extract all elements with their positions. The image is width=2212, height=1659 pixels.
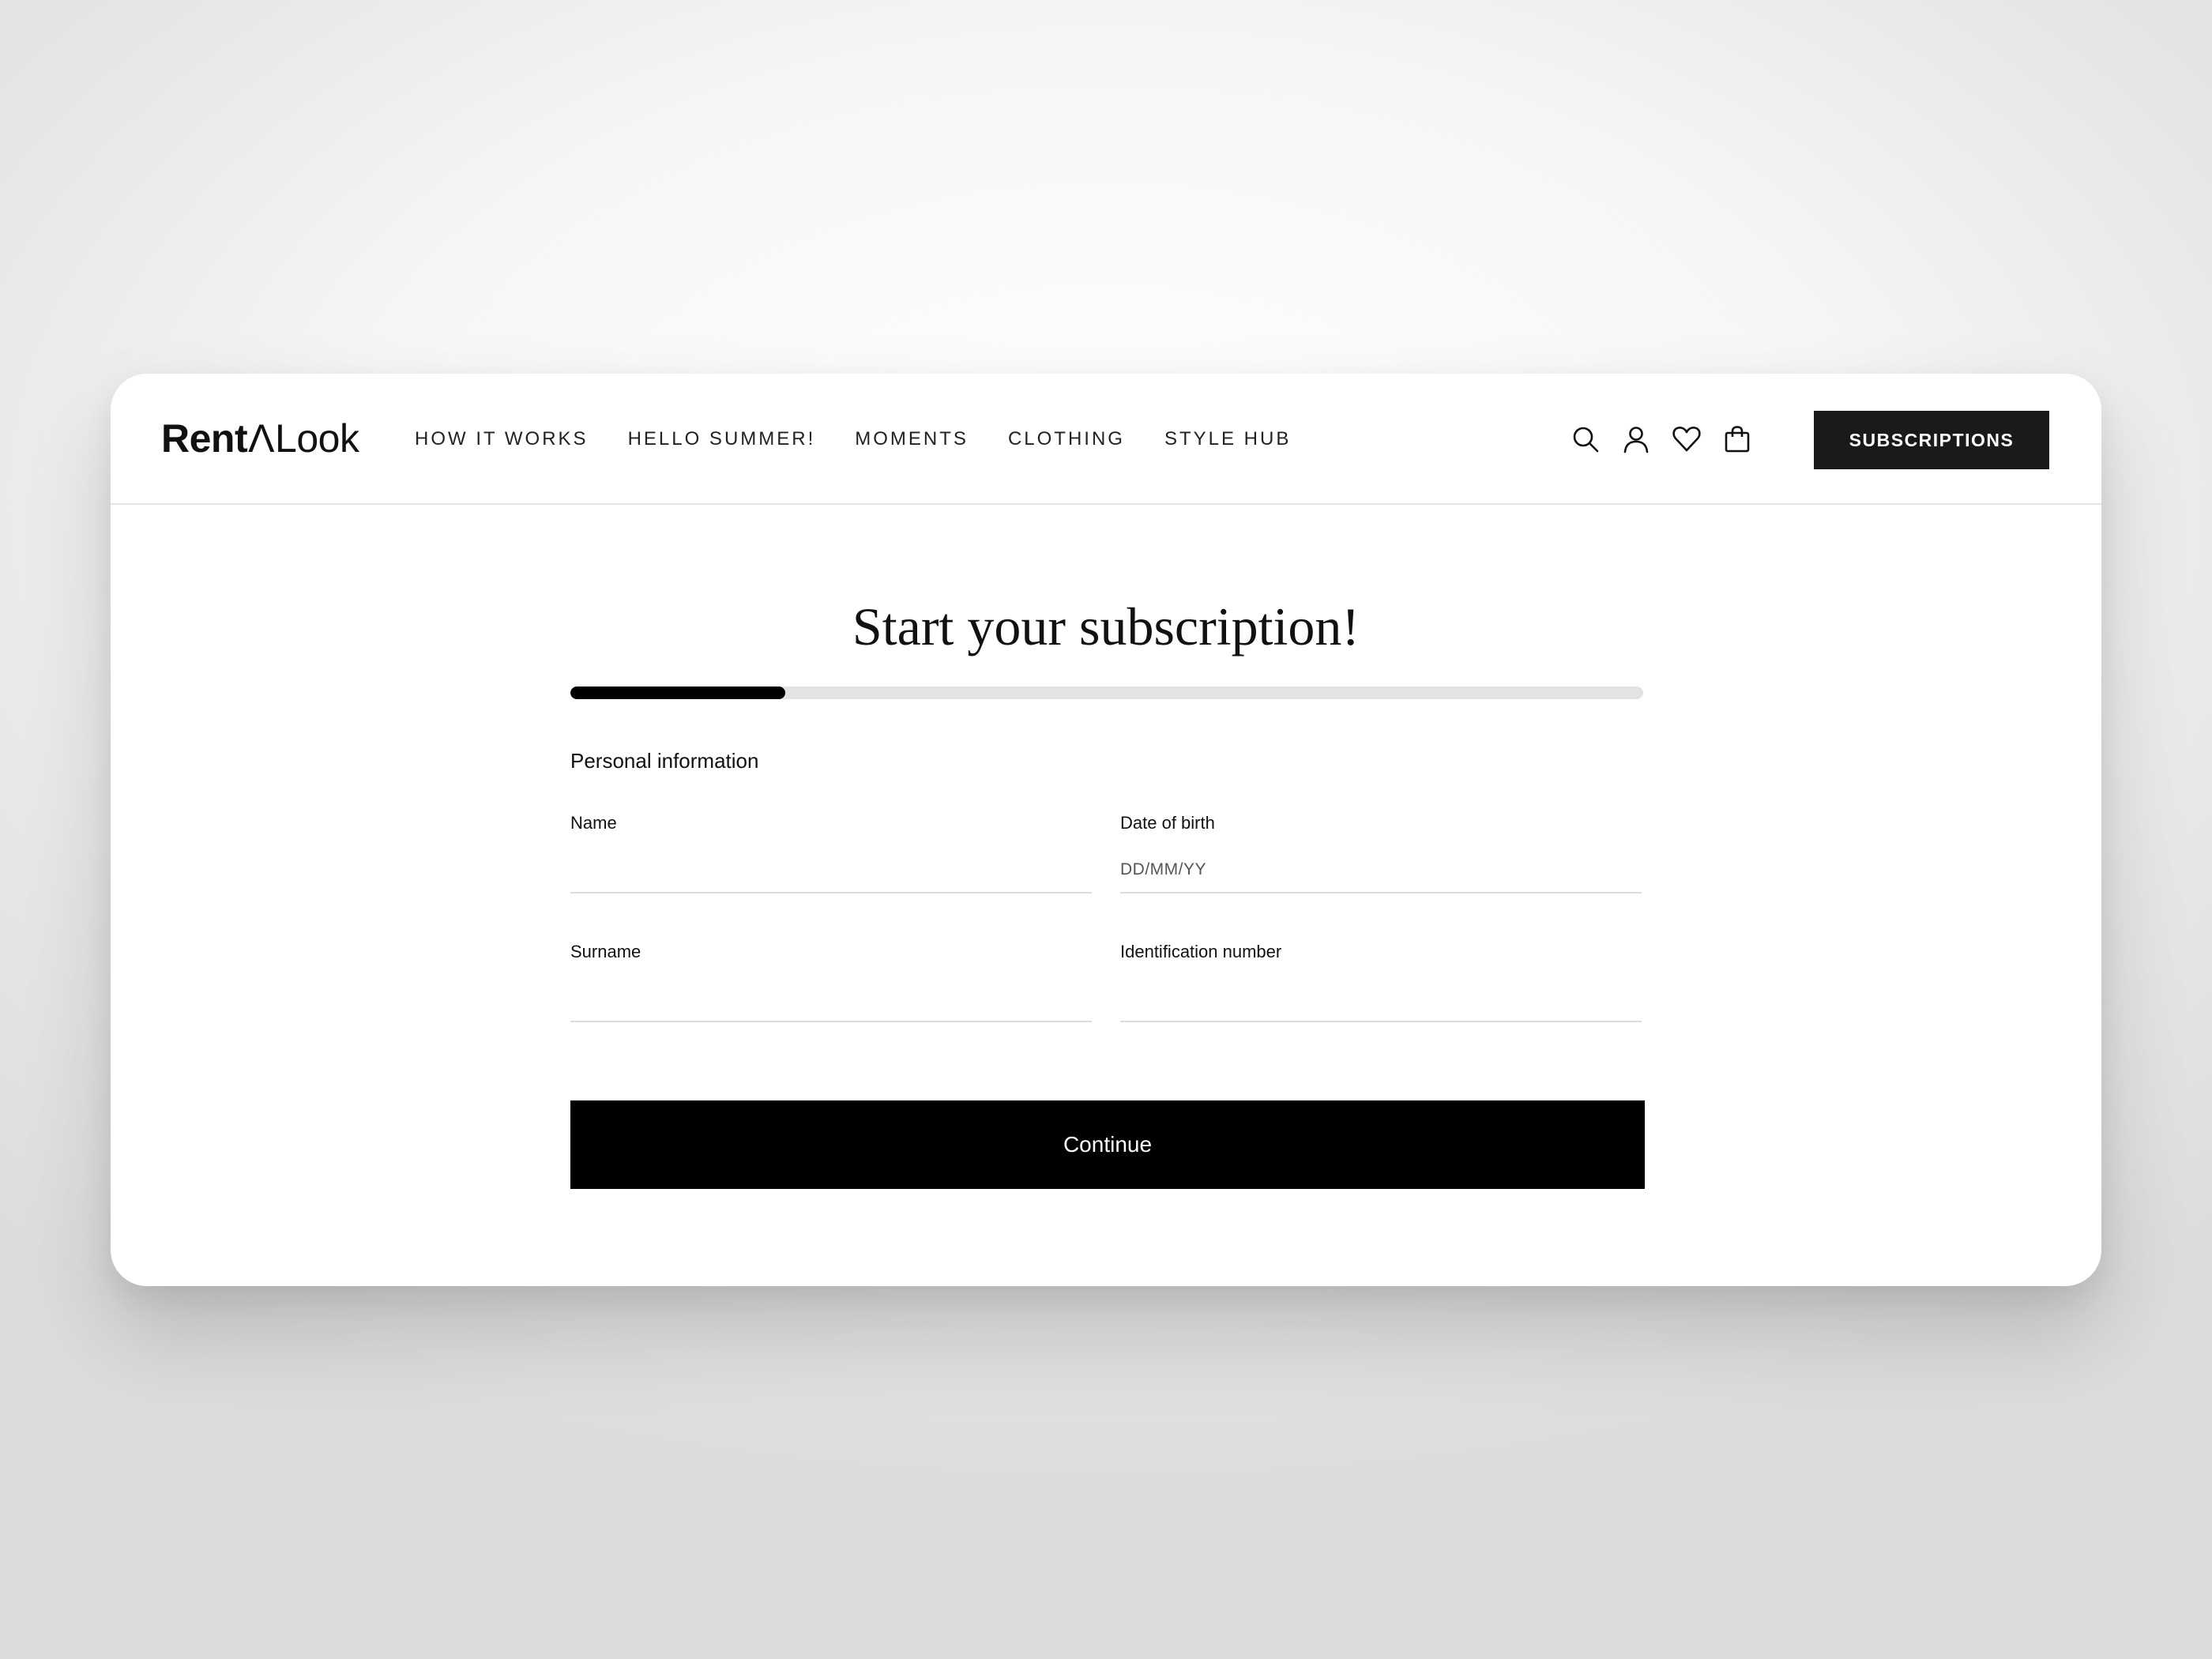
identification-number-input[interactable] [1120,976,1642,1022]
date-of-birth-label: Date of birth [1120,813,1215,833]
logo-separator: Λ [248,416,275,461]
nav-clothing[interactable]: CLOTHING [1008,421,1125,457]
site-header: RentΛLook HOW IT WORKS HELLO SUMMER! MOM… [111,374,2101,505]
name-field-group: Name [570,811,1092,893]
surname-label: Surname [570,942,641,961]
logo-text-rent: Rent [161,416,248,461]
name-input[interactable] [570,848,1092,893]
header-icons [1567,421,1770,457]
date-of-birth-input[interactable] [1120,848,1642,893]
nav-style-hub[interactable]: STYLE HUB [1164,421,1291,457]
nav-how-it-works[interactable]: HOW IT WORKS [415,421,589,457]
nav-hello-summer[interactable]: HELLO SUMMER! [628,421,816,457]
brand-logo[interactable]: RentΛLook [161,415,359,462]
identification-number-field-group: Identification number [1120,940,1642,1022]
page-title: Start your subscription! [852,596,1360,656]
surname-field-group: Surname [570,940,1092,1022]
user-icon[interactable] [1618,421,1654,457]
date-of-birth-field-group: Date of birth [1120,811,1642,893]
name-label: Name [570,813,617,833]
identification-number-label: Identification number [1120,942,1282,961]
nav-moments[interactable]: MOMENTS [855,421,969,457]
progress-bar [570,687,1643,699]
shopping-bag-icon[interactable] [1719,421,1755,457]
progress-fill [570,687,785,699]
browser-window: RentΛLook HOW IT WORKS HELLO SUMMER! MOM… [111,374,2101,1286]
main-nav: HOW IT WORKS HELLO SUMMER! MOMENTS CLOTH… [415,421,1330,457]
surname-input[interactable] [570,976,1092,1022]
heart-icon[interactable] [1668,421,1705,457]
section-title: Personal information [570,749,759,773]
subscriptions-button[interactable]: SUBSCRIPTIONS [1814,411,2049,469]
search-icon[interactable] [1567,421,1604,457]
logo-text-look: Look [275,416,359,461]
continue-button[interactable]: Continue [570,1100,1645,1189]
